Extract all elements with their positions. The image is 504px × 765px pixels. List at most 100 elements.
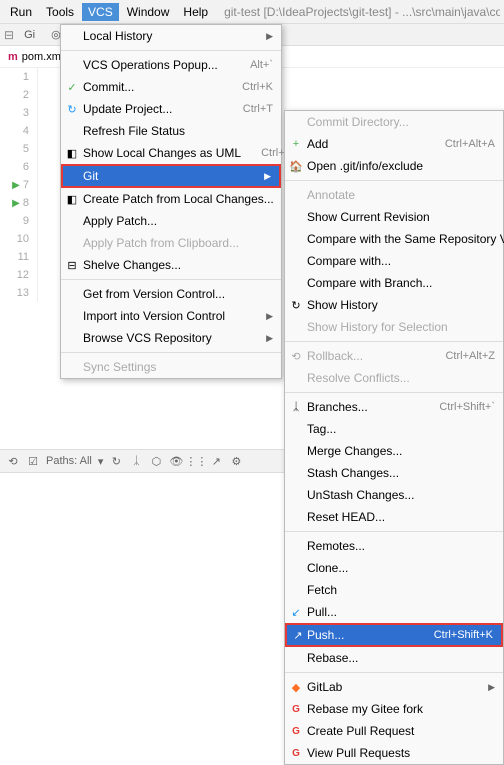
gitee-icon: G xyxy=(289,702,303,716)
collapse-icon[interactable]: ⊟ xyxy=(4,28,14,42)
menu-separator xyxy=(285,672,503,673)
line-number: 3 xyxy=(0,104,29,122)
menu-browse[interactable]: Browse VCS Repository▶ xyxy=(61,327,281,349)
menu-fetch[interactable]: Fetch xyxy=(285,579,503,601)
menu-rollback: ⟲Rollback...Ctrl+Alt+Z xyxy=(285,345,503,367)
menu-create-patch[interactable]: ◧Create Patch from Local Changes... xyxy=(61,188,281,210)
menu-unstash[interactable]: UnStash Changes... xyxy=(285,484,503,506)
pull-icon: ↙ xyxy=(289,605,303,619)
menu-pull[interactable]: ↙Pull... xyxy=(285,601,503,623)
run-icon[interactable]: ▶ xyxy=(12,198,20,209)
menu-rebase-gitee[interactable]: GRebase my Gitee fork xyxy=(285,698,503,720)
menu-merge[interactable]: Merge Changes... xyxy=(285,440,503,462)
settings-icon[interactable]: ⚙ xyxy=(229,454,243,468)
menu-separator xyxy=(285,341,503,342)
menu-compare-same[interactable]: Compare with the Same Repository Version xyxy=(285,228,503,250)
menu-reset[interactable]: Reset HEAD... xyxy=(285,506,503,528)
menu-add[interactable]: +AddCtrl+Alt+A xyxy=(285,133,503,155)
menu-apply-clip: Apply Patch from Clipboard... xyxy=(61,232,281,254)
menu-push[interactable]: ↗Push...Ctrl+Shift+K xyxy=(285,623,503,647)
more-icon[interactable]: ⋮⋮ xyxy=(189,454,203,468)
gitlab-icon: ◆ xyxy=(289,680,303,694)
chevron-right-icon: ▶ xyxy=(264,171,271,182)
menu-shelve[interactable]: ⊟Shelve Changes... xyxy=(61,254,281,276)
vcs-menu: Local History▶ VCS Operations Popup...Al… xyxy=(60,24,282,379)
chevron-right-icon: ▶ xyxy=(266,333,273,344)
menu-vcs[interactable]: VCS xyxy=(82,3,119,21)
menu-create-pr[interactable]: GCreate Pull Request xyxy=(285,720,503,742)
file-icon: 🏠 xyxy=(289,159,303,173)
line-number: 6 xyxy=(0,158,29,176)
paths-label[interactable]: Paths: All xyxy=(46,455,92,467)
menu-gitlab[interactable]: ◆GitLab▶ xyxy=(285,676,503,698)
dropdown-icon[interactable]: ▾ xyxy=(98,455,104,468)
line-number: ▶ 8 xyxy=(0,194,29,212)
menu-vcs-ops[interactable]: VCS Operations Popup...Alt+` xyxy=(61,54,281,76)
chevron-right-icon: ▶ xyxy=(488,682,495,693)
push-icon: ↗ xyxy=(291,628,305,642)
menu-separator xyxy=(61,279,281,280)
menu-separator xyxy=(61,352,281,353)
patch-icon: ◧ xyxy=(65,192,79,206)
menu-update[interactable]: ↻Update Project...Ctrl+T xyxy=(61,98,281,120)
menu-separator xyxy=(61,50,281,51)
gitee-icon: G xyxy=(289,724,303,738)
menu-rebase[interactable]: Rebase... xyxy=(285,647,503,669)
menu-compare-branch[interactable]: Compare with Branch... xyxy=(285,272,503,294)
commit-icon: ✓ xyxy=(65,80,79,94)
history-icon: ↻ xyxy=(289,298,303,312)
arrow-icon[interactable]: ↗ xyxy=(209,454,223,468)
menu-show-hist[interactable]: ↻Show History xyxy=(285,294,503,316)
line-number: 2 xyxy=(0,86,29,104)
menu-tag[interactable]: Tag... xyxy=(285,418,503,440)
refresh-icon[interactable]: ↻ xyxy=(109,454,123,468)
menu-sync: Sync Settings xyxy=(61,356,281,378)
menu-separator xyxy=(285,180,503,181)
menu-clone[interactable]: Clone... xyxy=(285,557,503,579)
line-number: 4 xyxy=(0,122,29,140)
rollback-icon: ⟲ xyxy=(289,349,303,363)
menu-show-hist-sel: Show History for Selection xyxy=(285,316,503,338)
menu-compare-with[interactable]: Compare with... xyxy=(285,250,503,272)
git-submenu: Commit Directory... +AddCtrl+Alt+A 🏠Open… xyxy=(284,110,504,765)
menu-git[interactable]: Git▶ xyxy=(61,164,281,188)
menu-open-exclude[interactable]: 🏠Open .git/info/exclude xyxy=(285,155,503,177)
menu-separator xyxy=(285,531,503,532)
menu-tools[interactable]: Tools xyxy=(40,3,80,21)
tab-gi[interactable]: Gi xyxy=(18,27,41,43)
cherry-icon[interactable]: ⬡ xyxy=(149,454,163,468)
line-number: 13 xyxy=(0,284,29,302)
menu-apply-patch[interactable]: Apply Patch... xyxy=(61,210,281,232)
menu-separator xyxy=(285,392,503,393)
line-number: 1 xyxy=(0,68,29,86)
menubar: Run Tools VCS Window Help git-test [D:\I… xyxy=(0,0,504,24)
menu-show-rev[interactable]: Show Current Revision xyxy=(285,206,503,228)
eye-icon[interactable]: 👁 xyxy=(169,454,183,468)
menu-branches[interactable]: ᛣBranches...Ctrl+Shift+` xyxy=(285,396,503,418)
branch-icon[interactable]: ᛣ xyxy=(129,454,143,468)
menu-import[interactable]: Import into Version Control▶ xyxy=(61,305,281,327)
line-number: 12 xyxy=(0,266,29,284)
run-icon[interactable]: ▶ xyxy=(12,180,20,191)
update-icon: ↻ xyxy=(65,102,79,116)
menu-run[interactable]: Run xyxy=(4,3,38,21)
check-icon[interactable]: ☑ xyxy=(26,454,40,468)
menu-annotate: Annotate xyxy=(285,184,503,206)
menu-commit[interactable]: ✓Commit...Ctrl+K xyxy=(61,76,281,98)
menu-remotes[interactable]: Remotes... xyxy=(285,535,503,557)
menu-view-pr[interactable]: GView Pull Requests xyxy=(285,742,503,764)
line-number: 11 xyxy=(0,248,29,266)
menu-get-from[interactable]: Get from Version Control... xyxy=(61,283,281,305)
menu-stash[interactable]: Stash Changes... xyxy=(285,462,503,484)
history-icon[interactable]: ⟲ xyxy=(6,454,20,468)
menu-local-history[interactable]: Local History▶ xyxy=(61,25,281,47)
chevron-right-icon: ▶ xyxy=(266,311,273,322)
menu-refresh[interactable]: Refresh File Status xyxy=(61,120,281,142)
line-number: 9 xyxy=(0,212,29,230)
uml-icon: ◧ xyxy=(65,146,79,160)
menu-window[interactable]: Window xyxy=(121,3,176,21)
line-number: 10 xyxy=(0,230,29,248)
gutter: 1 2 3 4 5 6 ▶ 7 ▶ 8 9 10 11 12 13 xyxy=(0,68,38,302)
menu-show-local[interactable]: ◧Show Local Changes as UMLCtrl+Alt+Shift… xyxy=(61,142,281,164)
menu-help[interactable]: Help xyxy=(177,3,214,21)
